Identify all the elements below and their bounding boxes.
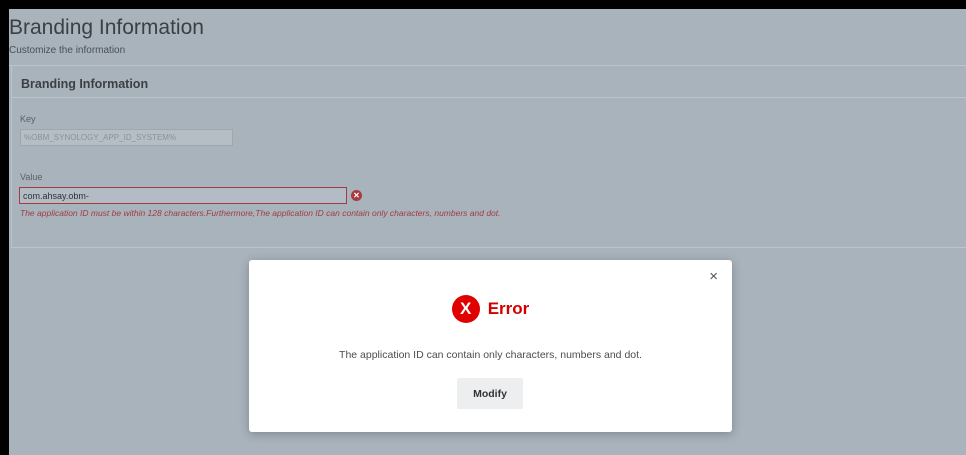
page-subtitle: Customize the information: [9, 45, 126, 56]
validation-error-icon: ✕: [351, 190, 362, 201]
close-icon[interactable]: ×: [709, 269, 718, 284]
value-label: Value: [20, 172, 43, 182]
section-title: Branding Information: [21, 77, 149, 91]
branding-section: Branding Information Key Value ✕ The app…: [11, 66, 966, 248]
error-icon: X: [451, 295, 480, 323]
error-message: The application ID can contain only char…: [339, 349, 642, 361]
validation-error-text: The application ID must be within 128 ch…: [20, 208, 501, 218]
error-dialog: × X Error The application ID can contain…: [249, 260, 732, 432]
key-field: [20, 129, 233, 146]
value-field[interactable]: [19, 187, 347, 204]
key-label: Key: [20, 114, 36, 124]
section-divider: [12, 97, 966, 98]
error-title: Error: [487, 299, 530, 318]
error-header: X Error: [249, 295, 732, 323]
modify-button[interactable]: Modify: [457, 378, 523, 409]
page-title: Branding Information: [9, 16, 204, 39]
